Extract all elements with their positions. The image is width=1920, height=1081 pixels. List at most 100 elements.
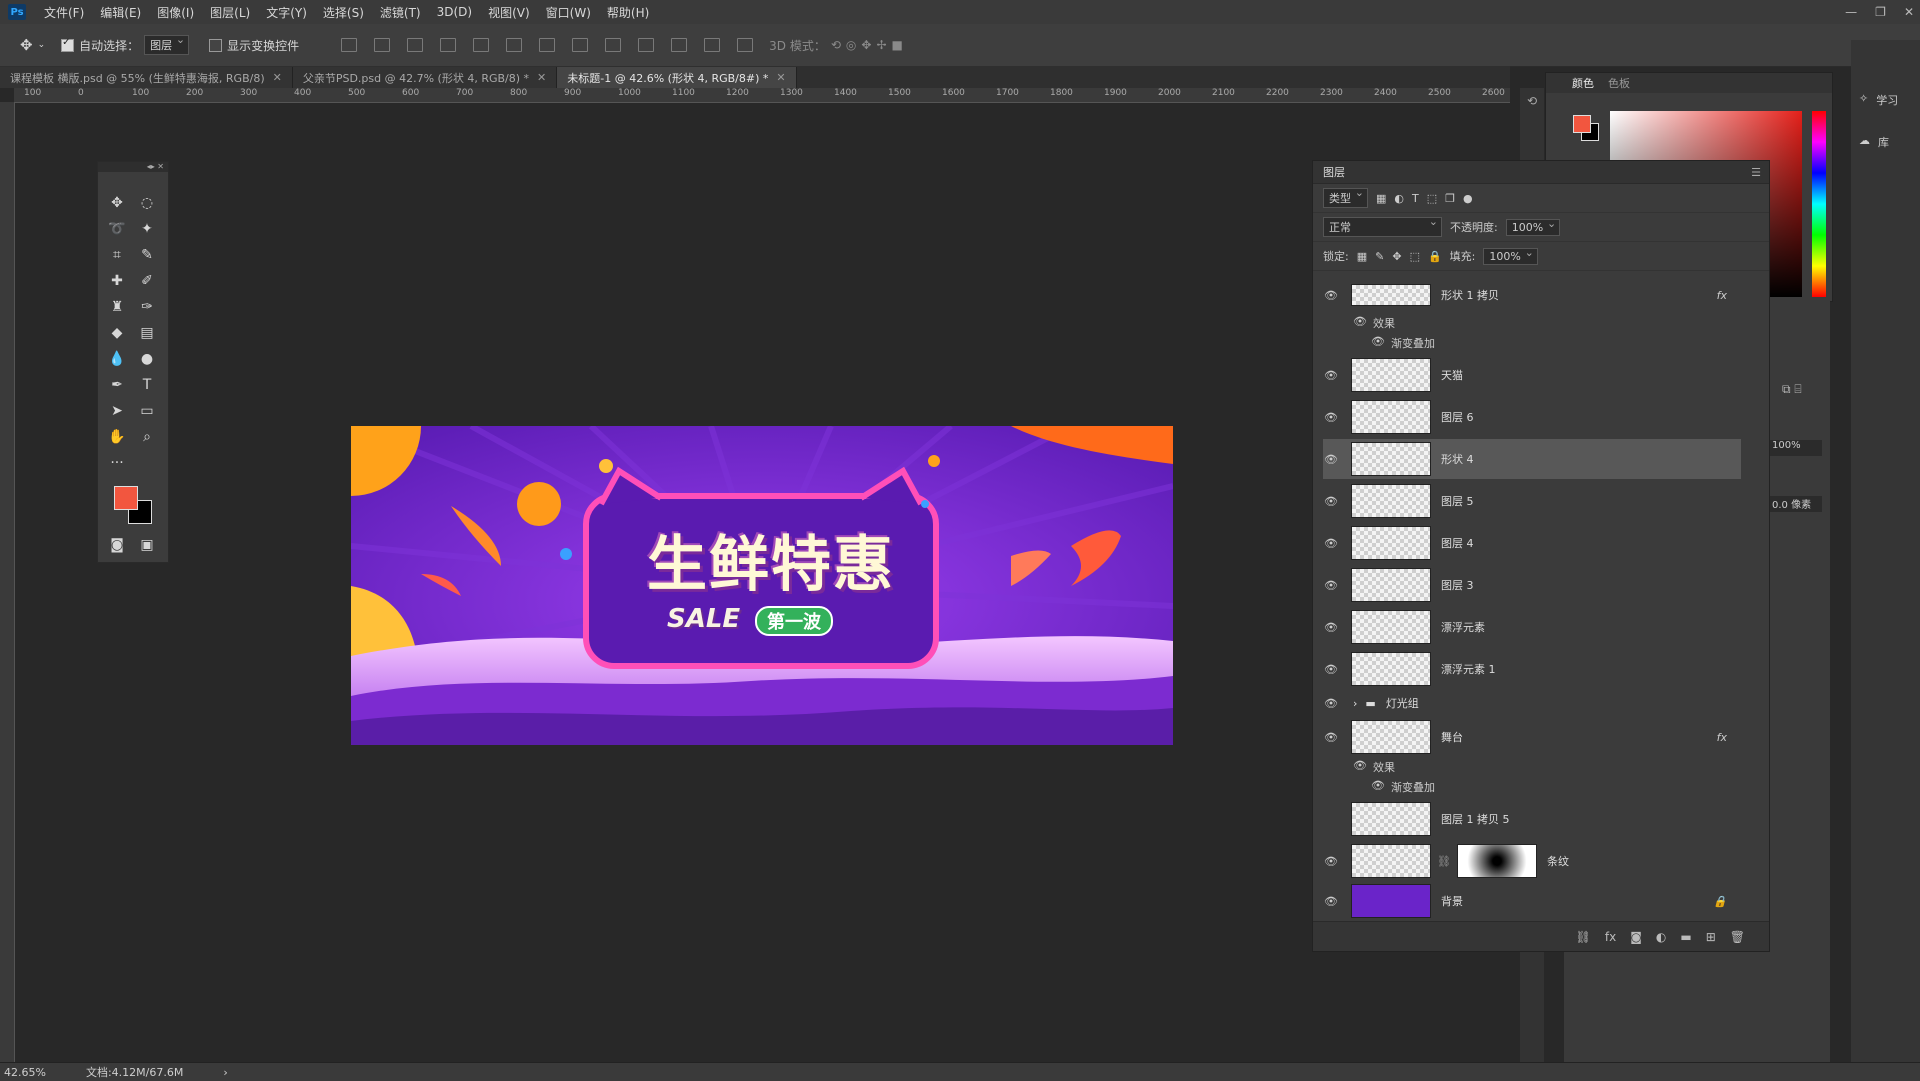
layer-group-row[interactable]: 👁 › ▬ 灯光组 [1323,691,1741,715]
lock-transparency-icon[interactable]: ▦ [1357,250,1367,263]
gradient-tool-icon[interactable]: ▤ [134,322,160,344]
tab-color[interactable]: 颜色 [1572,75,1594,91]
filter-type-icon[interactable]: T [1412,192,1419,205]
eye-icon[interactable]: 👁 [1323,289,1339,302]
brush-tool-icon[interactable]: ✐ [134,270,160,292]
menu-type[interactable]: 文字(Y) [258,4,315,21]
layer-row[interactable]: 👁 漂浮元素 [1323,607,1741,647]
menu-layer[interactable]: 图层(L) [202,4,258,21]
crop-icon[interactable]: ⧉ ⌸ [1782,382,1802,397]
tools-panel-header[interactable]: ◂▸ ✕ [98,162,168,172]
libraries-button[interactable]: ☁ 库 [1859,134,1889,150]
opacity-field[interactable]: 100% [1505,217,1561,236]
blend-mode-dropdown[interactable]: 正常 [1323,215,1442,237]
eye-icon[interactable]: 👁 [1323,895,1339,908]
eye-icon[interactable]: 👁 [1323,579,1339,592]
align-left-icon[interactable] [440,38,457,52]
menu-window[interactable]: 窗口(W) [538,4,599,21]
zoom-tool-icon[interactable]: ⌕ [134,426,160,448]
lock-position-icon[interactable]: ✥ [1392,250,1401,263]
eyedropper-tool-icon[interactable]: ✎ [134,244,160,266]
adjustment-layer-icon[interactable]: ◐ [1656,930,1666,944]
eye-icon[interactable]: 👁 [1323,621,1339,634]
marquee-tool-icon[interactable]: ◌ [134,192,160,214]
show-transform-checkbox[interactable] [209,38,223,52]
panel-menu-icon[interactable]: ☰ [1751,166,1761,179]
crop-tool-icon[interactable]: ⌗ [104,244,130,266]
layer-row[interactable]: 图层 1 拷贝 5 [1323,799,1741,839]
auto-select-checkbox[interactable] [61,37,75,52]
magic-wand-tool-icon[interactable]: ✦ [134,218,160,240]
close-icon[interactable]: ✕ [537,71,546,84]
distribute-bottom-icon[interactable] [605,38,622,52]
trash-icon[interactable]: 🗑 [1730,930,1745,944]
menu-filter[interactable]: 滤镜(T) [372,4,429,21]
pixel-field[interactable]: 0.0 像素 [1768,496,1822,512]
link-icon[interactable]: ⛓ [1437,855,1451,868]
menu-image[interactable]: 图像(I) [149,4,202,21]
screen-mode-icon[interactable]: ▣ [134,534,160,556]
hand-tool-icon[interactable]: ✋ [104,426,130,448]
rectangle-tool-icon[interactable]: ▭ [134,400,160,422]
zoom-level[interactable]: 42.65% [4,1066,46,1079]
eye-icon[interactable]: 👁 [1353,315,1367,331]
filter-smart-icon[interactable]: ❐ [1445,192,1455,205]
eye-icon[interactable]: 👁 [1371,779,1385,795]
move-tool-icon[interactable]: ✥ [104,192,130,214]
layer-mask-thumbnail[interactable] [1456,844,1537,878]
layer-row[interactable]: 👁 形状 1 拷贝 fx [1323,283,1741,307]
lock-artboard-icon[interactable]: ⬚ [1410,250,1420,263]
fill-field[interactable]: 100% [1483,246,1538,265]
align-hcenter-icon[interactable] [473,38,490,52]
distribute-top-icon[interactable] [539,38,556,52]
align-top-icon[interactable] [341,38,358,52]
eye-icon[interactable]: 👁 [1323,731,1339,744]
tab-document-1[interactable]: 课程模板 横版.psd @ 55% (生鲜特惠海报, RGB/8) ✕ [0,67,293,88]
filter-adjust-icon[interactable]: ◐ [1394,192,1404,205]
foreground-color-swatch[interactable] [114,486,138,510]
eye-icon[interactable]: 👁 [1323,663,1339,676]
quick-mask-icon[interactable]: ◙ [104,534,130,556]
distribute-right-icon[interactable] [704,38,721,52]
move-tool-icon[interactable]: ✥ [20,36,33,54]
path-selection-tool-icon[interactable]: ➤ [104,400,130,422]
3d-rotate-icon[interactable]: ⟲ [831,38,841,52]
layer-row[interactable]: 👁 背景 🔒 [1323,883,1741,919]
add-style-icon[interactable]: fx [1605,930,1616,944]
pen-tool-icon[interactable]: ✒ [104,374,130,396]
align-vcenter-icon[interactable] [374,38,391,52]
percent-field[interactable]: 100% [1768,440,1822,456]
chevron-right-icon[interactable]: › [223,1066,227,1079]
3d-slide-icon[interactable]: ✢ [876,38,886,52]
layer-row[interactable]: 👁 图层 6 [1323,397,1741,437]
menu-file[interactable]: 文件(F) [36,4,92,21]
vertical-ruler[interactable] [0,102,15,1062]
layer-filter-dropdown[interactable]: 类型 [1323,186,1368,208]
tab-document-2[interactable]: 父亲节PSD.psd @ 42.7% (形状 4, RGB/8) * ✕ [292,67,558,88]
menu-select[interactable]: 选择(S) [315,4,372,21]
eye-icon[interactable]: 👁 [1353,759,1367,775]
blur-tool-icon[interactable]: 💧 [104,348,130,370]
close-icon[interactable]: ✕ [1904,5,1914,19]
tab-swatches[interactable]: 色板 [1608,75,1630,91]
layer-row-selected[interactable]: 👁 形状 4 [1323,439,1741,479]
eye-icon[interactable]: 👁 [1323,411,1339,424]
eye-icon[interactable]: 👁 [1323,537,1339,550]
chevron-right-icon[interactable]: › [1353,697,1357,710]
layer-row[interactable]: 👁 舞台 fx [1323,717,1741,757]
menu-help[interactable]: 帮助(H) [599,4,657,21]
distribute-left-icon[interactable] [638,38,655,52]
new-layer-icon[interactable]: ⊞ [1706,930,1716,944]
restore-icon[interactable]: ❐ [1875,5,1886,19]
layer-row[interactable]: 👁 图层 3 [1323,565,1741,605]
eye-icon[interactable]: 👁 [1371,335,1385,351]
eye-icon[interactable]: 👁 [1323,369,1339,382]
healing-brush-tool-icon[interactable]: ✚ [104,270,130,292]
chevron-down-icon[interactable]: ⌄ [38,40,46,50]
menu-view[interactable]: 视图(V) [480,4,538,21]
eye-icon[interactable]: 👁 [1323,697,1339,710]
align-bottom-icon[interactable] [407,38,424,52]
menu-edit[interactable]: 编辑(E) [92,4,149,21]
distribute-hcenter-icon[interactable] [671,38,688,52]
fx-icon[interactable]: fx [1717,731,1727,744]
